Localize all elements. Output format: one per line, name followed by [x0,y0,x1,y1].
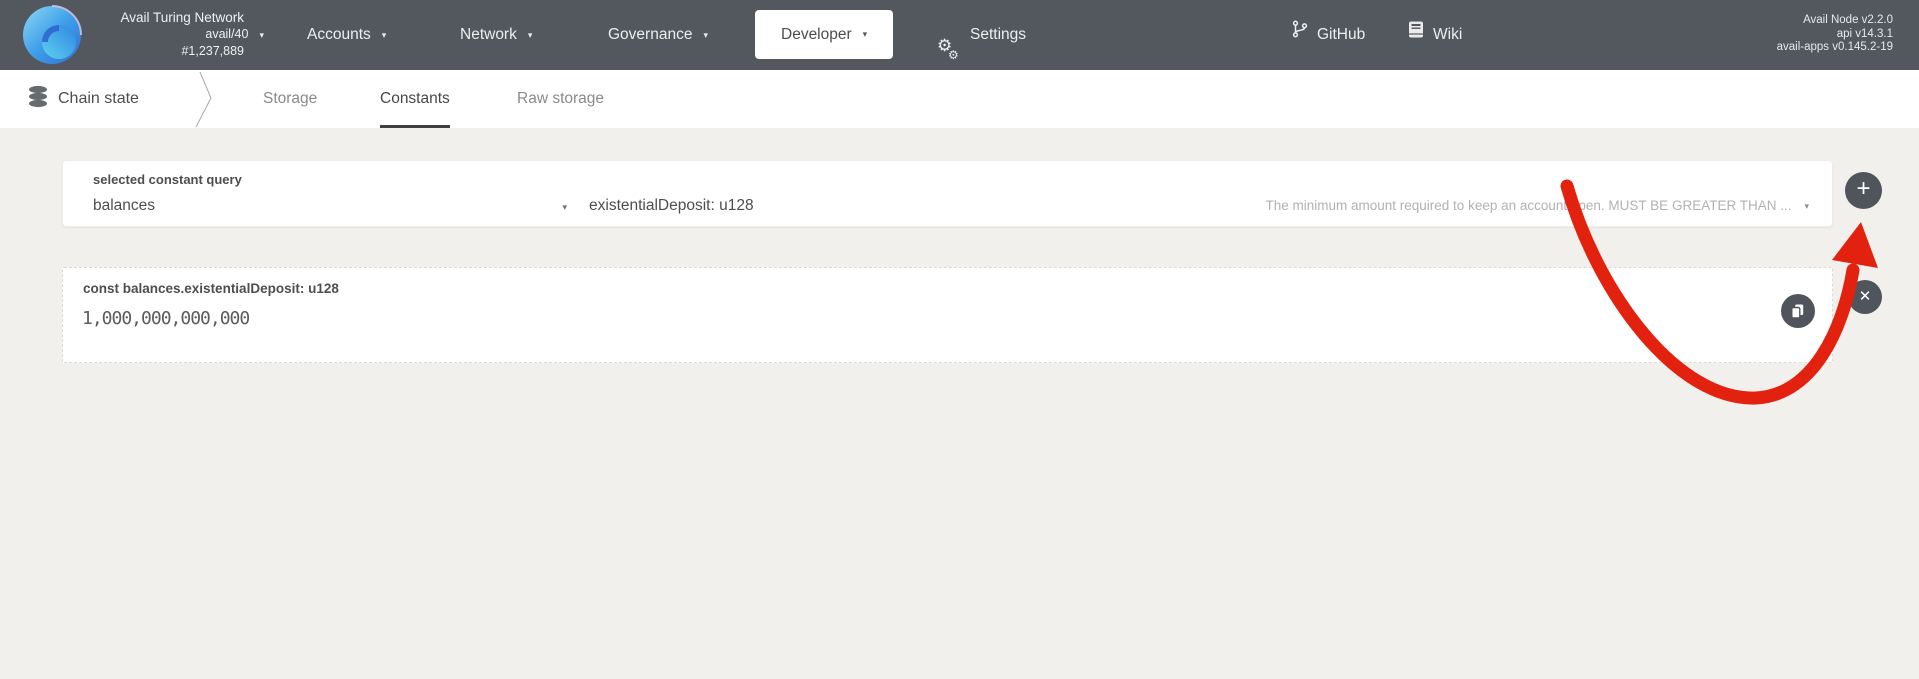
caret-down-icon: ▾ [259,27,264,43]
wiki-label: Wiki [1433,26,1462,43]
tab-constants[interactable]: Constants [380,70,450,128]
api-version: api v14.3.1 [1777,28,1893,42]
constant-select-value[interactable]: existentialDeposit: u128 [589,193,754,219]
query-result-card: const balances.existentialDeposit: u128 … [62,267,1833,363]
constant-help-dropdown[interactable]: The minimum amount required to keep an a… [1265,193,1809,219]
menu-network-label: Network [460,26,517,43]
page: Avail Turing Network avail/40▾ #1,237,88… [0,0,1919,679]
top-navigation: Avail Turing Network avail/40▾ #1,237,88… [0,0,1919,70]
plus-icon: + [1856,175,1870,202]
section-label: Chain state [58,90,139,108]
constant-help-text: The minimum amount required to keep an a… [1265,198,1791,213]
menu-network[interactable]: Network ▾ [460,0,532,70]
result-value: 1,000,000,000,000 [82,308,249,329]
best-block-number: #1,237,889 [60,43,244,59]
menu-settings[interactable]: ⚙⚙ Settings [937,0,1026,70]
network-name: Avail Turing Network [60,9,244,26]
tab-raw-storage[interactable]: Raw storage [517,70,604,128]
caret-down-icon: ▾ [528,0,533,70]
module-select[interactable]: balances ▾ [93,193,573,219]
add-query-button[interactable]: + [1845,172,1882,209]
book-icon [1408,0,1424,69]
chain-spec: avail/40▾ [60,26,244,43]
database-icon [28,85,48,113]
caret-down-icon: ▾ [562,202,567,213]
menu-developer-label: Developer [781,26,852,43]
close-result-button[interactable]: ✕ [1848,280,1882,314]
caret-down-icon: ▾ [863,10,868,59]
query-field-label: selected constant query [93,172,242,187]
settings-label: Settings [970,26,1026,43]
caret-down-icon: ▾ [703,0,708,70]
node-version: Avail Node v2.2.0 [1777,14,1893,28]
constant-query-card: selected constant query balances ▾ exist… [62,160,1833,227]
menu-governance[interactable]: Governance ▾ [608,0,708,70]
section-chain-state: Chain state [28,70,139,128]
apps-version: avail-apps v0.145.2-19 [1777,41,1893,55]
close-icon: ✕ [1859,288,1872,305]
tab-bar: Chain state Storage Constants Raw storag… [0,70,1919,128]
network-selector[interactable]: Avail Turing Network avail/40▾ #1,237,88… [60,9,244,59]
result-heading: const balances.existentialDeposit: u128 [83,281,339,296]
menu-accounts[interactable]: Accounts ▾ [307,0,386,70]
menu-governance-label: Governance [608,26,692,43]
wiki-link[interactable]: Wiki [1408,0,1462,70]
settings-gears-icon: ⚙⚙ [937,23,963,47]
git-branch-icon [1292,0,1308,69]
tab-storage[interactable]: Storage [263,70,317,128]
copy-button[interactable] [1781,294,1815,328]
github-link[interactable]: GitHub [1292,0,1365,70]
module-select-value: balances [93,193,573,219]
github-label: GitHub [1317,26,1365,43]
breadcrumb-divider [188,70,218,133]
menu-accounts-label: Accounts [307,26,371,43]
version-info: Avail Node v2.2.0 api v14.3.1 avail-apps… [1777,14,1893,55]
menu-developer-active[interactable]: Developer ▾ [755,10,893,59]
caret-down-icon: ▾ [1804,193,1809,219]
caret-down-icon: ▾ [382,0,387,70]
